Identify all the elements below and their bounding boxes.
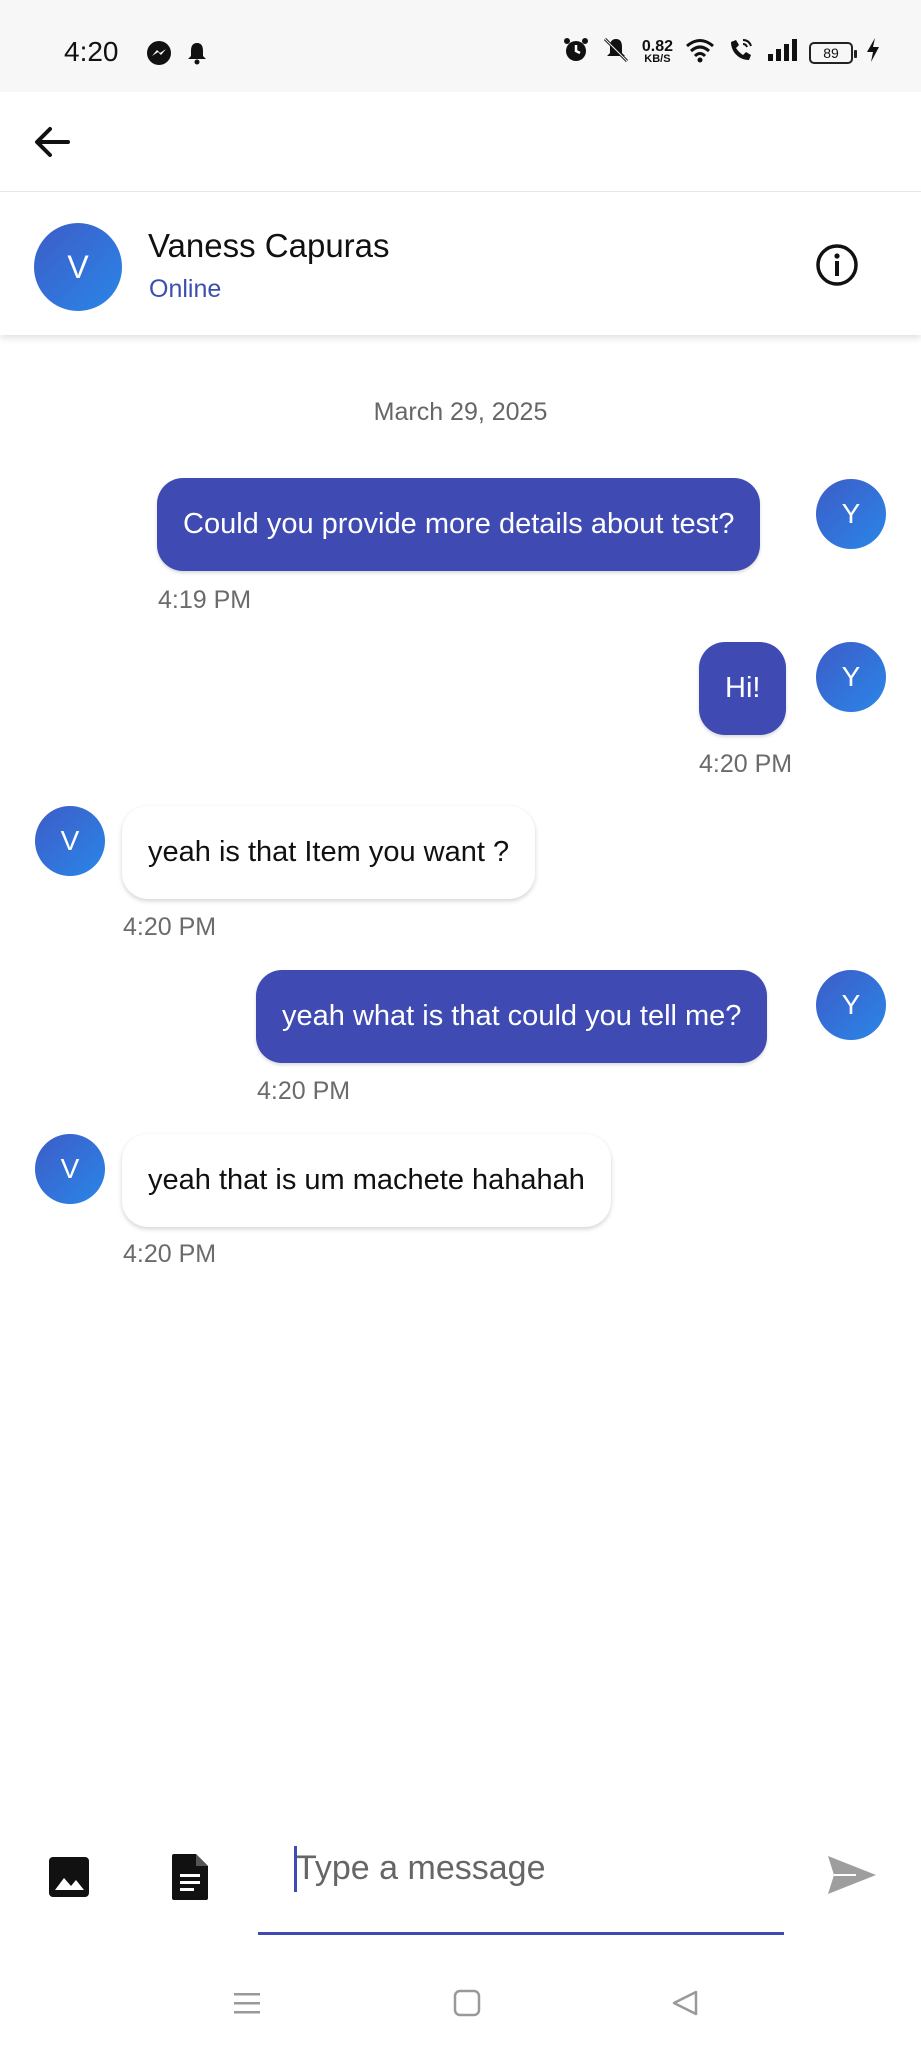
home-icon[interactable]: [452, 1988, 482, 2023]
user-avatar: Y: [816, 970, 886, 1040]
alarm-icon: [562, 36, 590, 69]
message-time: 4:20 PM: [257, 1077, 351, 1105]
contact-avatar-small: V: [35, 1134, 105, 1204]
message-time: 4:20 PM: [699, 750, 793, 778]
arrow-back-icon: [32, 122, 72, 167]
outgoing-message-bubble[interactable]: yeah what is that could you tell me?: [256, 970, 768, 1063]
user-avatar: Y: [816, 642, 886, 712]
contact-name: Vaness Capuras: [148, 227, 390, 264]
incoming-message-bubble[interactable]: yeah that is um machete hahahah: [122, 1134, 611, 1227]
outgoing-message-bubble[interactable]: Could you provide more details about tes…: [157, 478, 761, 571]
contact-avatar[interactable]: V: [34, 223, 122, 311]
message-time: 4:19 PM: [158, 586, 252, 614]
contact-status: Online: [149, 275, 222, 303]
top-nav: [0, 92, 921, 192]
messenger-icon: [146, 40, 172, 71]
contact-avatar-small: V: [35, 806, 105, 876]
network-speed: 0.82 KB/S: [641, 37, 673, 65]
contact-header: V Vaness Capuras Online: [0, 193, 921, 335]
charging-icon: [865, 37, 881, 68]
wifi-calling-icon: [727, 36, 755, 69]
network-speed-unit: KB/S: [644, 52, 671, 65]
wifi-icon: [685, 37, 715, 68]
message-composer: [0, 1830, 921, 1940]
status-bar: 4:20 0.82 KB/S 89: [0, 0, 921, 92]
info-button[interactable]: [815, 243, 859, 287]
info-icon: [815, 244, 859, 291]
message-input[interactable]: [258, 1840, 784, 1896]
system-navigation-bar: [0, 1960, 921, 2048]
bell-icon: [186, 41, 208, 70]
image-icon: [46, 1857, 92, 1904]
menu-icon[interactable]: [232, 1988, 262, 2023]
send-button[interactable]: [826, 1852, 878, 1900]
battery-indicator: 89: [809, 41, 857, 64]
input-underline: [258, 1932, 784, 1935]
mute-icon: [602, 36, 630, 69]
attach-image-button[interactable]: [46, 1854, 94, 1902]
status-time: 4:20: [64, 36, 119, 67]
network-speed-value: 0.82: [641, 37, 673, 55]
message-time: 4:20 PM: [123, 913, 217, 941]
outgoing-message-bubble[interactable]: Hi!: [699, 642, 787, 735]
attach-document-button[interactable]: [170, 1852, 218, 1900]
back-triangle-icon[interactable]: [670, 1988, 700, 2023]
date-separator: March 29, 2025: [373, 398, 548, 426]
send-icon: [826, 1856, 878, 1902]
incoming-message-bubble[interactable]: yeah is that Item you want ?: [122, 806, 536, 899]
signal-icon: [767, 38, 797, 67]
text-caret: [294, 1846, 297, 1892]
status-system-icons: 0.82 KB/S 89: [562, 36, 881, 69]
document-icon: [170, 1854, 210, 1906]
user-avatar: Y: [816, 479, 886, 549]
message-time: 4:20 PM: [123, 1240, 217, 1268]
status-notification-icons: [146, 40, 208, 71]
back-button[interactable]: [28, 120, 76, 168]
